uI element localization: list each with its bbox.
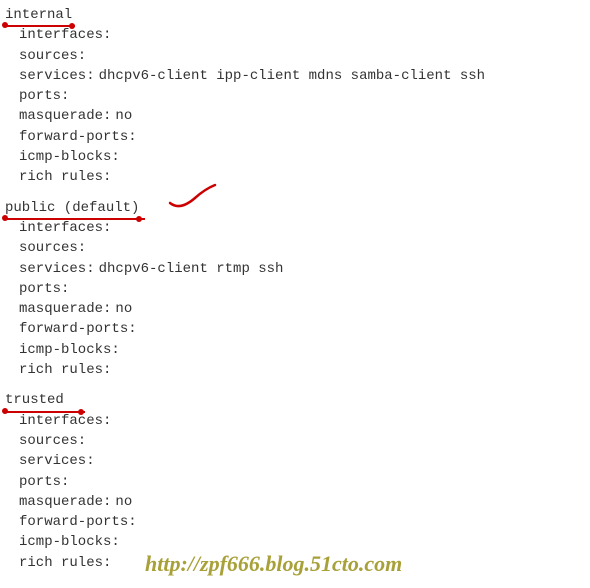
field-label: rich rules: bbox=[19, 362, 111, 378]
zone-body: interfaces: sources: services:dhcpv6-cli… bbox=[5, 218, 590, 380]
field-label: interfaces: bbox=[19, 27, 111, 43]
field-services: services:dhcpv6-client ipp-client mdns s… bbox=[19, 66, 590, 86]
field-icmp-blocks: icmp-blocks: bbox=[19, 147, 590, 167]
field-value bbox=[111, 169, 115, 185]
field-sources: sources: bbox=[19, 46, 590, 66]
underline-annotation bbox=[5, 25, 75, 27]
field-label: forward-ports: bbox=[19, 129, 137, 145]
field-label: rich rules: bbox=[19, 169, 111, 185]
field-label: sources: bbox=[19, 433, 86, 449]
field-ports: ports: bbox=[19, 279, 590, 299]
field-interfaces: interfaces: bbox=[19, 218, 590, 238]
zone-header-public: public (default) bbox=[5, 198, 139, 218]
zone-name: public (default) bbox=[5, 200, 139, 216]
field-ports: ports: bbox=[19, 86, 590, 106]
field-rich-rules: rich rules: bbox=[19, 553, 590, 573]
field-value bbox=[86, 240, 90, 256]
dot-icon bbox=[2, 215, 8, 221]
field-label: sources: bbox=[19, 240, 86, 256]
field-value bbox=[86, 48, 90, 64]
zone-body: interfaces: sources: services: ports: ma… bbox=[5, 411, 590, 573]
field-services: services:dhcpv6-client rtmp ssh bbox=[19, 259, 590, 279]
zone-internal: internal interfaces: sources: services:d… bbox=[5, 5, 590, 188]
field-icmp-blocks: icmp-blocks: bbox=[19, 340, 590, 360]
field-label: rich rules: bbox=[19, 555, 111, 571]
field-sources: sources: bbox=[19, 431, 590, 451]
field-forward-ports: forward-ports: bbox=[19, 512, 590, 532]
field-value: no bbox=[111, 108, 132, 124]
field-value bbox=[95, 453, 99, 469]
dot-icon bbox=[2, 408, 8, 414]
field-value bbox=[120, 534, 124, 550]
field-label: masquerade: bbox=[19, 301, 111, 317]
field-label: forward-ports: bbox=[19, 514, 137, 530]
zone-body: interfaces: sources: services:dhcpv6-cli… bbox=[5, 25, 590, 187]
field-label: masquerade: bbox=[19, 494, 111, 510]
field-masquerade: masquerade:no bbox=[19, 492, 590, 512]
checkmark-icon bbox=[165, 183, 225, 218]
field-ports: ports: bbox=[19, 472, 590, 492]
field-label: icmp-blocks: bbox=[19, 342, 120, 358]
zone-header-trusted: trusted bbox=[5, 390, 64, 410]
field-value bbox=[137, 514, 141, 530]
field-label: services: bbox=[19, 261, 95, 277]
field-value: no bbox=[111, 494, 132, 510]
field-rich-rules: rich rules: bbox=[19, 167, 590, 187]
zone-name: internal bbox=[5, 7, 72, 23]
underline-annotation bbox=[5, 218, 145, 220]
field-value bbox=[137, 129, 141, 145]
field-value bbox=[111, 220, 115, 236]
zone-name: trusted bbox=[5, 392, 64, 408]
field-masquerade: masquerade:no bbox=[19, 299, 590, 319]
field-label: forward-ports: bbox=[19, 321, 137, 337]
field-services: services: bbox=[19, 451, 590, 471]
field-value bbox=[111, 362, 115, 378]
field-interfaces: interfaces: bbox=[19, 25, 590, 45]
field-value: dhcpv6-client rtmp ssh bbox=[95, 261, 284, 277]
dot-icon bbox=[78, 409, 84, 415]
field-label: masquerade: bbox=[19, 108, 111, 124]
underline-annotation bbox=[5, 411, 85, 413]
field-label: icmp-blocks: bbox=[19, 149, 120, 165]
field-label: services: bbox=[19, 68, 95, 84]
field-label: services: bbox=[19, 453, 95, 469]
field-value bbox=[120, 342, 124, 358]
field-value bbox=[69, 474, 73, 490]
field-label: ports: bbox=[19, 88, 69, 104]
field-label: interfaces: bbox=[19, 220, 111, 236]
zone-trusted: trusted interfaces: sources: services: p… bbox=[5, 390, 590, 573]
field-icmp-blocks: icmp-blocks: bbox=[19, 532, 590, 552]
field-label: sources: bbox=[19, 48, 86, 64]
field-value: no bbox=[111, 301, 132, 317]
field-value bbox=[111, 413, 115, 429]
field-label: interfaces: bbox=[19, 413, 111, 429]
field-rich-rules: rich rules: bbox=[19, 360, 590, 380]
field-value bbox=[69, 281, 73, 297]
field-value bbox=[120, 149, 124, 165]
field-value: dhcpv6-client ipp-client mdns samba-clie… bbox=[95, 68, 485, 84]
zone-header-internal: internal bbox=[5, 5, 72, 25]
field-value bbox=[111, 555, 115, 571]
field-label: ports: bbox=[19, 281, 69, 297]
field-sources: sources: bbox=[19, 238, 590, 258]
field-label: ports: bbox=[19, 474, 69, 490]
field-value bbox=[86, 433, 90, 449]
field-value bbox=[69, 88, 73, 104]
field-forward-ports: forward-ports: bbox=[19, 127, 590, 147]
field-forward-ports: forward-ports: bbox=[19, 319, 590, 339]
field-masquerade: masquerade:no bbox=[19, 106, 590, 126]
field-interfaces: interfaces: bbox=[19, 411, 590, 431]
zone-public: public (default) interfaces: sources: se… bbox=[5, 198, 590, 381]
field-value bbox=[111, 27, 115, 43]
field-value bbox=[137, 321, 141, 337]
field-label: icmp-blocks: bbox=[19, 534, 120, 550]
